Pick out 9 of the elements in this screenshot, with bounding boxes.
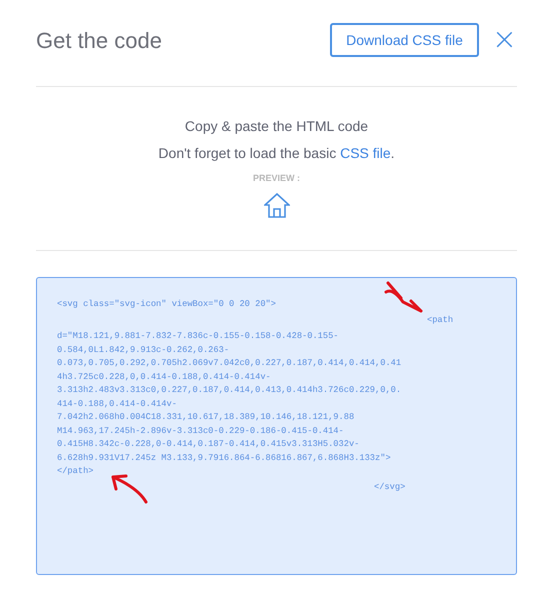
preview-label: PREVIEW : [252, 173, 300, 183]
close-button[interactable]: × [492, 27, 517, 53]
home-icon [264, 193, 290, 218]
instruction-text: Copy & paste the HTML code [184, 118, 368, 134]
download-button[interactable]: Download CSS file [330, 23, 479, 57]
css-file-link[interactable]: CSS file [340, 145, 391, 161]
code-block: <svg class="svg-icon" viewBox="0 0 20 20"> <path d="M18.121,9.881-7.832-7.836c-0.155-0.158-0.428-0.155- 0.584,0L1.842,9.913c-0.262,0.263- 0.073,0.705,0.292,0.705h2.069v7.042c0,0.227,0.187,0.414,0.414,0.41 4h3.725c0.228,0,0.414-0.188,0.414-0.414v- 3.313h2.483v3.313c0,0.227,0.187,0.414,0.413,0.414h3.726c0.229,0,0. 414-0.188,0.414-0.414v- 7.042h2.068h0.004C18.331,10.617,18.389,10.146,18.121,9.88 M14.963,17.245h-2.896v-3.313c0-0.229-0.186-0.415-0.414- 0.415H8.342c-0.228,0-0.414,0.187-0.414,0.415v3.313H5.032v- 6.628h9.931V17.245z M3.133,9.7916.864-6.86816.867,6.868H3.133z"> </path> </svg> [36, 277, 517, 575]
instruction-text: Don't forget to load the basic CSS file. [158, 145, 395, 161]
dialog-title: Get the code [36, 28, 163, 55]
